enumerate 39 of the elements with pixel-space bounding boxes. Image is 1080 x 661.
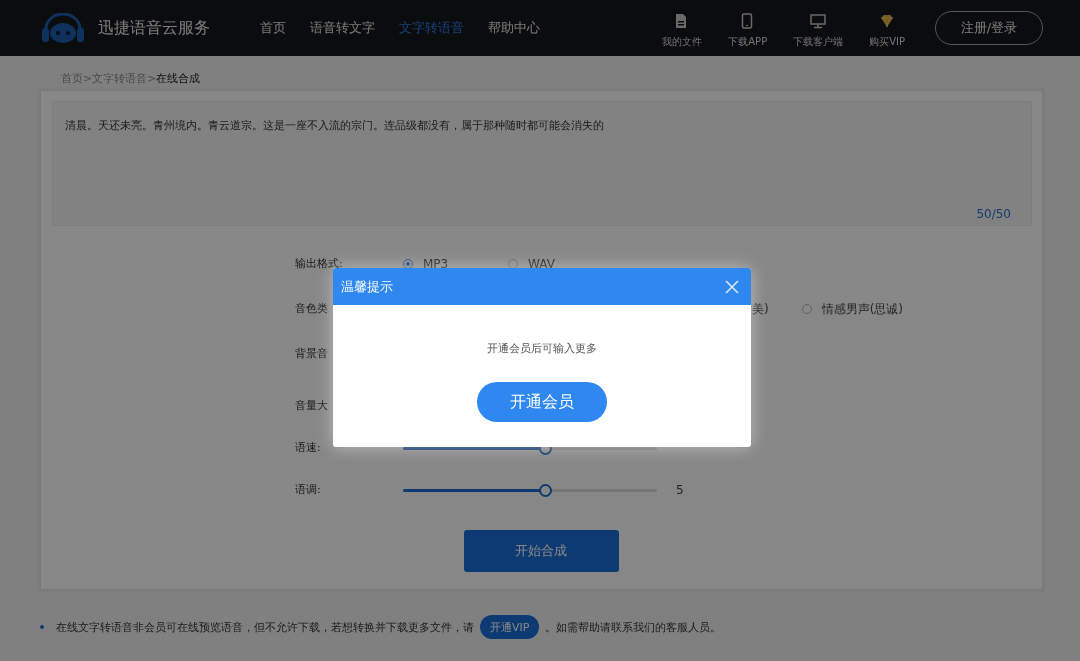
dialog-message: 开通会员后可输入更多 bbox=[487, 341, 597, 356]
nav-link[interactable]: 帮助中心 bbox=[488, 19, 540, 37]
radio-button[interactable] bbox=[801, 304, 812, 314]
field-label: 背景音 bbox=[295, 347, 328, 361]
option-label: WAV bbox=[528, 257, 555, 271]
input-text: 清晨。天还未亮。青州境内。青云道宗。这是一座不入流的宗门。连品级都没有，属于那种随时都可能会消失的 bbox=[65, 118, 605, 134]
headphone-robot-icon bbox=[40, 13, 86, 43]
breadcrumb-separator: > bbox=[147, 71, 157, 85]
toolbar-link[interactable]: 下载APP bbox=[728, 35, 768, 49]
become-member-button[interactable]: 开通会员 bbox=[477, 382, 607, 422]
field-label: 输出格式: bbox=[295, 257, 343, 271]
character-counter: 50/50 bbox=[976, 207, 1011, 221]
field-label: 音量大 bbox=[295, 399, 328, 413]
start-synthesis-button[interactable]: 开始合成 bbox=[463, 530, 619, 572]
open-vip-button[interactable]: 开通VIP bbox=[480, 615, 540, 639]
field-label: 音色类 bbox=[295, 302, 328, 316]
breadcrumb-separator: > bbox=[83, 71, 93, 85]
note-text: 在线文字转语音非会员可在线预览语音，但不允许下载，若想转换并下载更多文件，请 bbox=[56, 619, 474, 635]
field-label: 语速: bbox=[295, 441, 321, 455]
nav-link[interactable]: 首页 bbox=[260, 19, 286, 37]
toolbar-link[interactable]: 购买VIP bbox=[869, 35, 905, 49]
bullet-icon bbox=[40, 625, 44, 629]
slider-value: 5 bbox=[676, 483, 684, 497]
close-icon[interactable] bbox=[725, 279, 739, 294]
monitor-icon[interactable] bbox=[810, 13, 827, 29]
slider-track[interactable] bbox=[403, 483, 657, 497]
nav-link[interactable]: 语音转文字 bbox=[310, 19, 375, 37]
option-label: 美) bbox=[752, 300, 770, 318]
site-title: 迅捷语音云服务 bbox=[98, 17, 210, 39]
text-input-area[interactable]: 清晨。天还未亮。青州境内。青云道宗。这是一座不入流的宗门。连品级都没有，属于那种随时都可能会消失的 50/50 bbox=[52, 101, 1032, 226]
option-label: 情感男声(思诚) bbox=[821, 300, 903, 318]
toolbar-link[interactable]: 下载客户端 bbox=[793, 35, 844, 49]
slider-thumb[interactable] bbox=[539, 483, 553, 497]
toolbar-link[interactable]: 我的文件 bbox=[662, 35, 703, 49]
dialog-title: 温馨提示 bbox=[341, 277, 393, 296]
note-text: 。如需帮助请联系我们的客服人员。 bbox=[545, 619, 722, 635]
option-label: MP3 bbox=[423, 257, 449, 271]
diamond-icon[interactable] bbox=[879, 13, 896, 29]
field-label: 语调: bbox=[295, 483, 321, 497]
